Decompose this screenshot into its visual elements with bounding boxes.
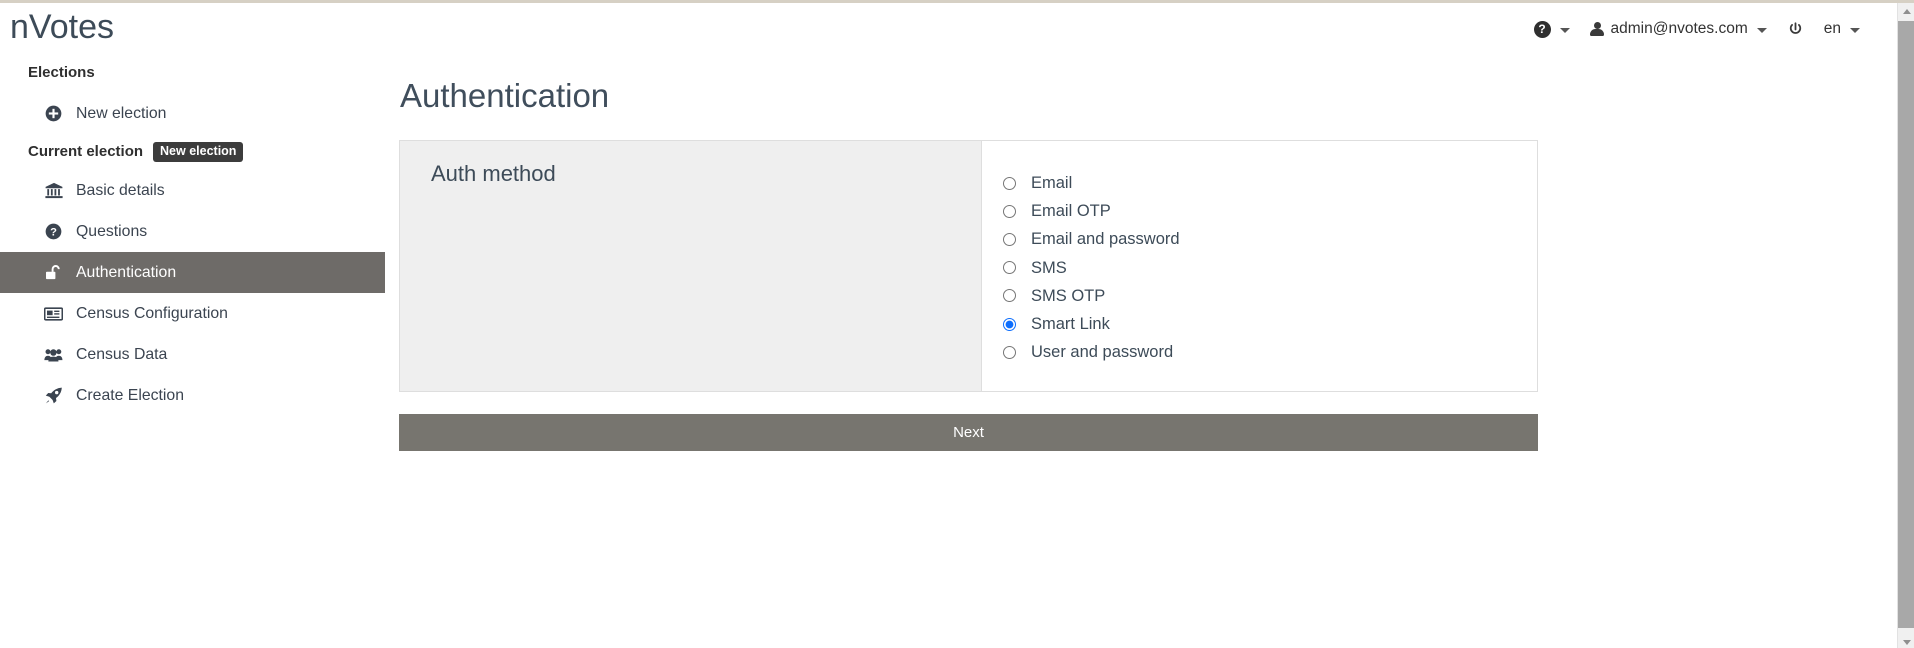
auth-method-label: Auth method <box>431 161 556 186</box>
help-menu[interactable]: ? <box>1524 17 1580 42</box>
sidebar-item-label: Authentication <box>76 263 177 281</box>
bank-icon <box>44 181 63 200</box>
radio-input-sms[interactable] <box>1003 261 1016 275</box>
user-icon <box>1589 21 1604 37</box>
sidebar-item-questions[interactable]: ? Questions <box>0 211 385 252</box>
rocket-icon <box>44 386 63 405</box>
newspaper-icon <box>44 304 63 323</box>
sidebar-item-label: Basic details <box>76 181 165 199</box>
radio-option-email[interactable]: Email <box>982 169 1537 197</box>
top-header: nVotes ? admin@nvotes.com en <box>0 3 1880 55</box>
auth-method-panel: Auth method Email Email OTP Email and pa… <box>399 140 1538 392</box>
main-content: Authentication Auth method Email Email O… <box>399 55 1539 451</box>
logout-button[interactable] <box>1777 17 1814 42</box>
sidebar-item-label: Questions <box>76 222 148 240</box>
sidebar-heading-label: Elections <box>28 64 95 81</box>
radio-option-smart-link[interactable]: Smart Link <box>982 310 1537 338</box>
radio-input-email-otp[interactable] <box>1003 204 1016 218</box>
language-menu[interactable]: en <box>1814 16 1870 42</box>
radio-input-smart-link[interactable] <box>1003 317 1016 331</box>
sidebar-item-authentication[interactable]: Authentication <box>0 252 385 293</box>
brand-logo[interactable]: nVotes <box>10 5 114 49</box>
radio-option-email-and-password[interactable]: Email and password <box>982 225 1537 253</box>
users-icon <box>44 345 63 364</box>
scroll-down-arrow-icon[interactable] <box>1898 634 1914 648</box>
sidebar-heading-label: Current election <box>28 143 144 160</box>
plus-circle-icon <box>44 104 63 123</box>
sidebar-item-label: Census Configuration <box>76 304 228 322</box>
radio-label-smart-link[interactable]: Smart Link <box>1031 314 1110 334</box>
sidebar-heading-current-election: Current election New election <box>0 134 385 170</box>
header-actions: ? admin@nvotes.com en <box>1524 3 1870 55</box>
sidebar-item-new-election[interactable]: New election <box>0 93 385 134</box>
sidebar-item-census-data[interactable]: Census Data <box>0 334 385 375</box>
question-circle-icon: ? <box>44 222 63 241</box>
app-root: nVotes ? admin@nvotes.com en Elections N… <box>0 0 1914 648</box>
sidebar-item-create-election[interactable]: Create Election <box>0 375 385 416</box>
next-button[interactable]: Next <box>399 414 1538 451</box>
radio-input-email-and-password[interactable] <box>1003 232 1016 246</box>
radio-label-sms[interactable]: SMS <box>1031 258 1067 278</box>
page-title: Authentication <box>400 77 610 114</box>
chevron-down-icon <box>1850 27 1860 33</box>
sidebar-item-census-configuration[interactable]: Census Configuration <box>0 293 385 334</box>
scroll-up-arrow-icon[interactable] <box>1898 3 1914 20</box>
language-label: en <box>1823 20 1841 37</box>
radio-option-email-otp[interactable]: Email OTP <box>982 197 1537 225</box>
radio-label-email[interactable]: Email <box>1031 173 1072 193</box>
scrollbar-thumb[interactable] <box>1898 21 1914 628</box>
unlock-icon <box>44 263 63 282</box>
user-menu[interactable]: admin@nvotes.com <box>1580 16 1777 42</box>
sidebar-heading-elections: Elections <box>0 55 385 91</box>
radio-label-user-and-password[interactable]: User and password <box>1031 342 1173 362</box>
radio-input-user-and-password[interactable] <box>1003 345 1016 359</box>
user-email-label: admin@nvotes.com <box>1610 20 1748 37</box>
auth-method-options: Email Email OTP Email and password SMS S <box>982 141 1537 391</box>
radio-input-sms-otp[interactable] <box>1003 289 1016 303</box>
current-election-badge: New election <box>153 142 244 162</box>
sidebar-nav: Elections New election Current election … <box>0 55 385 416</box>
chevron-down-icon <box>1559 27 1570 33</box>
question-circle-icon: ? <box>1533 20 1551 38</box>
radio-option-sms-otp[interactable]: SMS OTP <box>982 282 1537 310</box>
page-scrollbar[interactable] <box>1897 3 1914 648</box>
radio-label-email-and-password[interactable]: Email and password <box>1031 229 1180 249</box>
radio-label-sms-otp[interactable]: SMS OTP <box>1031 286 1105 306</box>
radio-option-user-and-password[interactable]: User and password <box>982 338 1537 366</box>
radio-option-sms[interactable]: SMS <box>982 254 1537 282</box>
power-icon <box>1789 21 1801 34</box>
svg-text:?: ? <box>50 227 57 239</box>
radio-input-email[interactable] <box>1003 176 1016 190</box>
sidebar-item-label: Create Election <box>76 386 185 404</box>
auth-method-label-pane: Auth method <box>400 141 982 391</box>
sidebar-item-label: Census Data <box>76 345 168 363</box>
radio-label-email-otp[interactable]: Email OTP <box>1031 201 1111 221</box>
sidebar-item-basic-details[interactable]: Basic details <box>0 170 385 211</box>
chevron-down-icon <box>1756 27 1767 33</box>
sidebar-item-label: New election <box>76 104 167 122</box>
